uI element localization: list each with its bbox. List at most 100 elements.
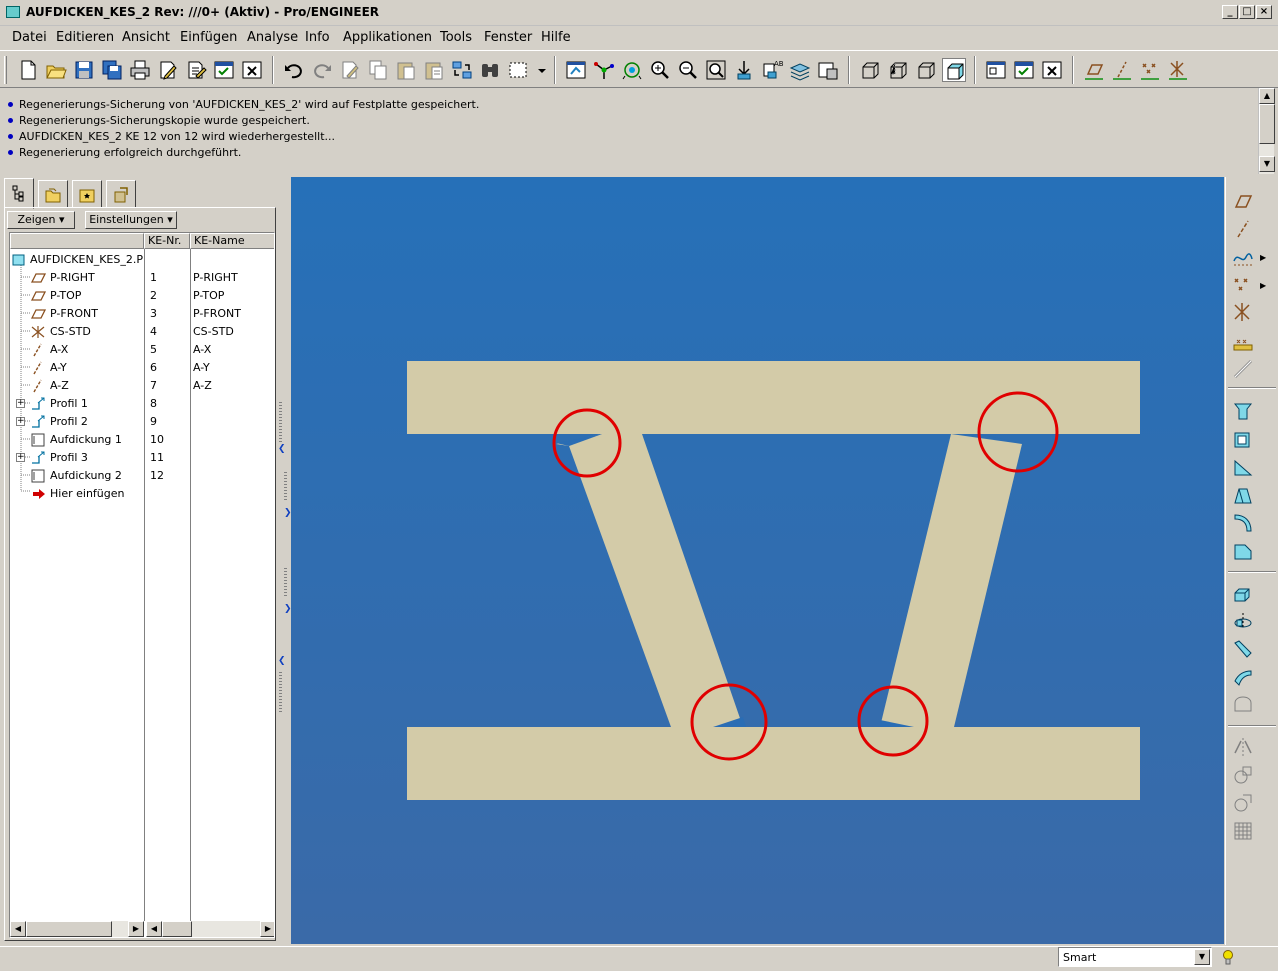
lightbulb-icon[interactable] — [1222, 949, 1234, 970]
collapse-arrow-icon[interactable]: ❮ — [278, 656, 286, 666]
chamfer-tool-icon[interactable] — [1231, 539, 1255, 563]
collapse-arrow-icon[interactable]: ❮ — [278, 444, 286, 454]
find-binoculars-icon[interactable] — [478, 58, 502, 82]
zoom-out-icon[interactable] — [676, 58, 700, 82]
right-web[interactable] — [880, 434, 1022, 727]
left-web[interactable] — [569, 434, 743, 727]
scroll-left-icon[interactable]: ◀ — [10, 921, 26, 937]
tab-connections[interactable] — [106, 180, 136, 208]
close-window-2-icon[interactable] — [1040, 58, 1064, 82]
scroll-thumb[interactable] — [162, 921, 192, 937]
scroll-right-icon[interactable]: ▶ — [128, 921, 144, 937]
menu-hilfe[interactable]: Hilfe — [541, 30, 571, 45]
tree-row[interactable]: P-RIGHT 1 P-RIGHT — [10, 269, 274, 287]
extrude-tool-icon[interactable] — [1231, 581, 1255, 605]
save-copy-icon[interactable] — [100, 58, 124, 82]
menu-editieren[interactable]: Editieren — [56, 30, 114, 45]
minimize-button[interactable]: _ — [1222, 5, 1238, 19]
layers-icon[interactable] — [788, 58, 812, 82]
spin-center-icon[interactable] — [592, 58, 616, 82]
save-icon[interactable] — [72, 58, 96, 82]
tree-row[interactable]: Aufdickung 1 10 — [10, 431, 274, 449]
scroll-up-icon[interactable]: ▲ — [1259, 88, 1275, 104]
zoom-in-icon[interactable] — [648, 58, 672, 82]
shell-tool-icon[interactable] — [1231, 427, 1255, 451]
flyout-arrow-icon[interactable]: ▶ — [1260, 253, 1266, 262]
print-icon[interactable] — [128, 58, 152, 82]
panel-splitter[interactable]: ❮ ❯ ❯ ❮ — [278, 176, 292, 946]
datum-point-display-icon[interactable] — [1138, 58, 1162, 82]
tab-favorites[interactable] — [72, 180, 102, 208]
model-setup-icon[interactable] — [816, 58, 840, 82]
blend-tool-icon[interactable] — [1231, 665, 1255, 689]
refit-icon[interactable] — [704, 58, 728, 82]
tree-row[interactable]: A-Y 6 A-Y — [10, 359, 274, 377]
scroll-down-icon[interactable]: ▼ — [1259, 156, 1275, 172]
expand-plus-icon[interactable]: + — [16, 417, 25, 426]
tree-row[interactable]: + Profil 3 11 — [10, 449, 274, 467]
tab-model-tree[interactable] — [4, 178, 34, 209]
tree-row[interactable]: Aufdickung 2 12 — [10, 467, 274, 485]
wireframe-icon[interactable] — [858, 58, 882, 82]
paste-special-icon[interactable] — [422, 58, 446, 82]
menu-applikationen[interactable]: Applikationen — [343, 30, 432, 45]
menu-analyse[interactable]: Analyse — [247, 30, 298, 45]
shading-icon[interactable] — [942, 58, 966, 82]
pattern-tool-icon[interactable] — [1231, 819, 1255, 843]
edit-document-icon[interactable] — [156, 58, 180, 82]
tree-row[interactable]: A-Z 7 A-Z — [10, 377, 274, 395]
rib-tool-icon[interactable] — [1231, 455, 1255, 479]
datum-plane-tool-icon[interactable] — [1231, 189, 1255, 213]
scroll-thumb[interactable] — [1259, 104, 1275, 144]
scroll-right-icon[interactable]: ▶ — [260, 921, 274, 937]
regenerate-icon[interactable] — [338, 58, 362, 82]
no-hidden-icon[interactable] — [914, 58, 938, 82]
settings-dropdown-button[interactable]: Einstellungen ▾ — [85, 211, 177, 229]
datum-plane-display-icon[interactable] — [1082, 58, 1106, 82]
trim-tool-icon[interactable] — [1231, 791, 1255, 815]
hidden-line-icon[interactable] — [886, 58, 910, 82]
flyout-arrow-icon[interactable]: ▶ — [1260, 281, 1266, 290]
expand-plus-icon[interactable]: + — [16, 399, 25, 408]
tree-root-row[interactable]: AUFDICKEN_KES_2.P — [10, 251, 274, 269]
window-layout-icon[interactable] — [984, 58, 1008, 82]
close-window-icon[interactable] — [240, 58, 264, 82]
graphics-window[interactable] — [291, 177, 1224, 944]
revolve-tool-icon[interactable] — [1231, 609, 1255, 633]
coord-sys-tool-icon[interactable] — [1231, 301, 1255, 325]
sketch-tool-icon[interactable] — [1231, 357, 1255, 381]
splitter-grip[interactable] — [284, 568, 287, 598]
part-geometry[interactable] — [407, 361, 1140, 800]
chevron-down-icon[interactable]: ▼ — [1194, 949, 1210, 965]
close-button[interactable]: × — [1256, 5, 1272, 19]
replace-icon[interactable] — [450, 58, 474, 82]
redo-icon[interactable] — [310, 58, 334, 82]
tab-folder-browser[interactable] — [38, 180, 68, 208]
draft-tool-icon[interactable] — [1231, 483, 1255, 507]
menu-fenster[interactable]: Fenster — [484, 30, 532, 45]
datum-axis-display-icon[interactable] — [1110, 58, 1134, 82]
orient-mode-icon[interactable] — [620, 58, 644, 82]
splitter-grip[interactable] — [279, 402, 282, 442]
analysis-feature-icon[interactable] — [1231, 329, 1255, 353]
model-view[interactable] — [291, 177, 1224, 944]
merge-tool-icon[interactable] — [1231, 763, 1255, 787]
message-scrollbar[interactable]: ▲ ▼ — [1258, 88, 1275, 174]
boundary-blend-icon[interactable] — [1231, 693, 1255, 717]
tree-row[interactable]: CS-STD 4 CS-STD — [10, 323, 274, 341]
tree-row[interactable]: A-X 5 A-X — [10, 341, 274, 359]
expand-plus-icon[interactable]: + — [16, 453, 25, 462]
column-header-ke-name[interactable]: KE-Name — [190, 233, 274, 249]
top-flange[interactable] — [407, 361, 1140, 434]
scroll-left-icon[interactable]: ◀ — [146, 921, 162, 937]
datum-axis-tool-icon[interactable] — [1231, 217, 1255, 241]
new-file-icon[interactable] — [16, 58, 40, 82]
tree-row[interactable]: P-FRONT 3 P-FRONT — [10, 305, 274, 323]
menu-info[interactable]: Info — [305, 30, 330, 45]
sweep-tool-icon[interactable] — [1231, 637, 1255, 661]
menu-ansicht[interactable]: Ansicht — [122, 30, 170, 45]
saved-views-icon[interactable]: AB — [760, 58, 784, 82]
coord-sys-display-icon[interactable] — [1166, 58, 1190, 82]
datum-curve-tool-icon[interactable] — [1231, 245, 1255, 269]
toolbar-grip[interactable] — [4, 56, 7, 84]
